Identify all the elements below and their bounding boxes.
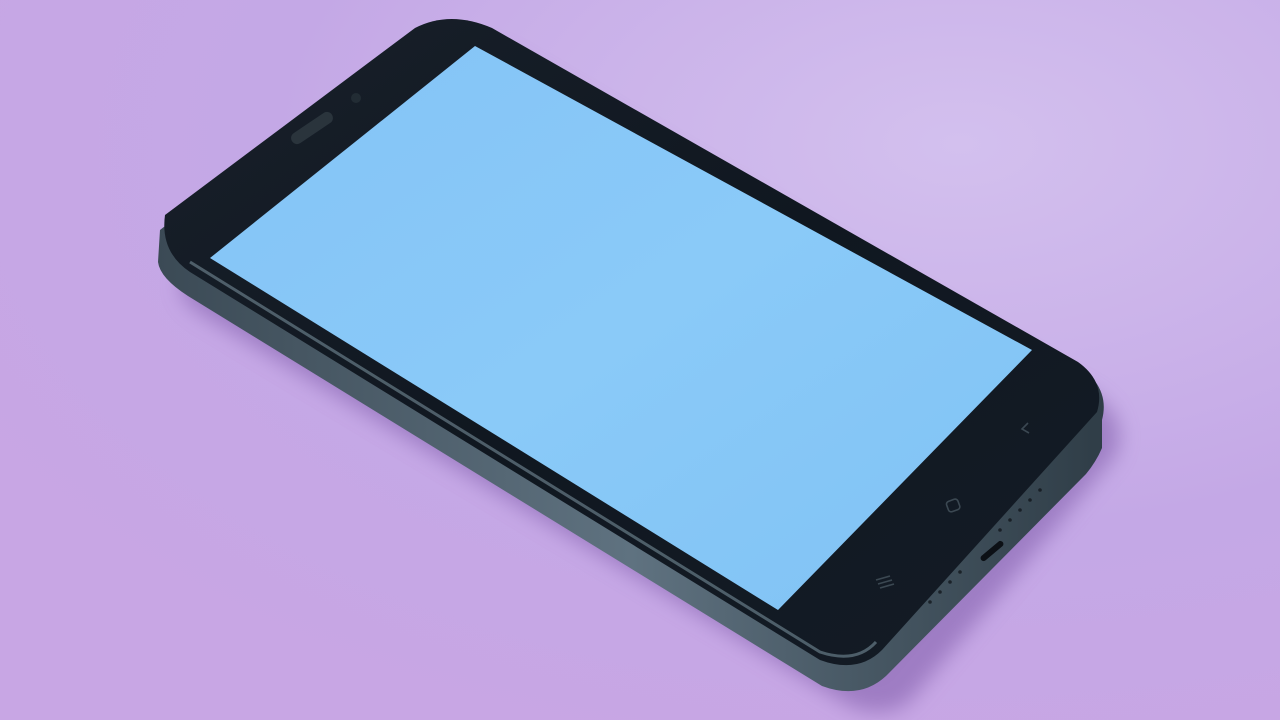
photo-scene — [0, 0, 1280, 720]
phone-photo — [0, 0, 1280, 720]
front-camera — [351, 93, 361, 103]
